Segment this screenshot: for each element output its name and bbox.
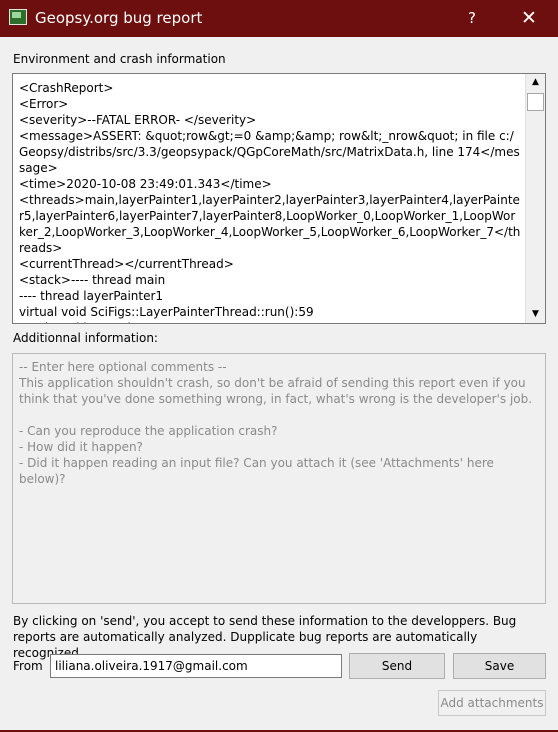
scroll-up-icon[interactable]: ▲ <box>526 74 545 91</box>
from-email-field[interactable] <box>50 654 342 678</box>
environment-label: Environment and crash information <box>13 52 226 66</box>
comments-placeholder: -- Enter here optional comments -- This … <box>19 360 533 486</box>
help-button[interactable]: ? <box>457 4 487 32</box>
add-attachments-button[interactable]: Add attachments <box>438 690 546 716</box>
crash-info-scrollbar[interactable]: ▲ ▼ <box>525 74 545 323</box>
save-button[interactable]: Save <box>453 653 546 679</box>
scroll-thumb[interactable] <box>527 93 544 111</box>
crash-info-textbox[interactable]: <CrashReport> <Error> <severity>--FATAL … <box>12 73 546 324</box>
app-icon <box>9 9 27 25</box>
scroll-down-icon[interactable]: ▼ <box>526 306 545 323</box>
comments-textarea[interactable]: -- Enter here optional comments -- This … <box>12 353 546 604</box>
close-button[interactable]: ✕ <box>514 4 544 32</box>
additional-info-label: Additionnal information: <box>13 331 158 345</box>
crash-info-text: <CrashReport> <Error> <severity>--FATAL … <box>19 81 521 323</box>
title-bar: Geopsy.org bug report ? ✕ <box>0 0 558 37</box>
send-button[interactable]: Send <box>349 653 445 679</box>
from-label: From <box>13 659 43 673</box>
window-title: Geopsy.org bug report <box>35 9 203 27</box>
